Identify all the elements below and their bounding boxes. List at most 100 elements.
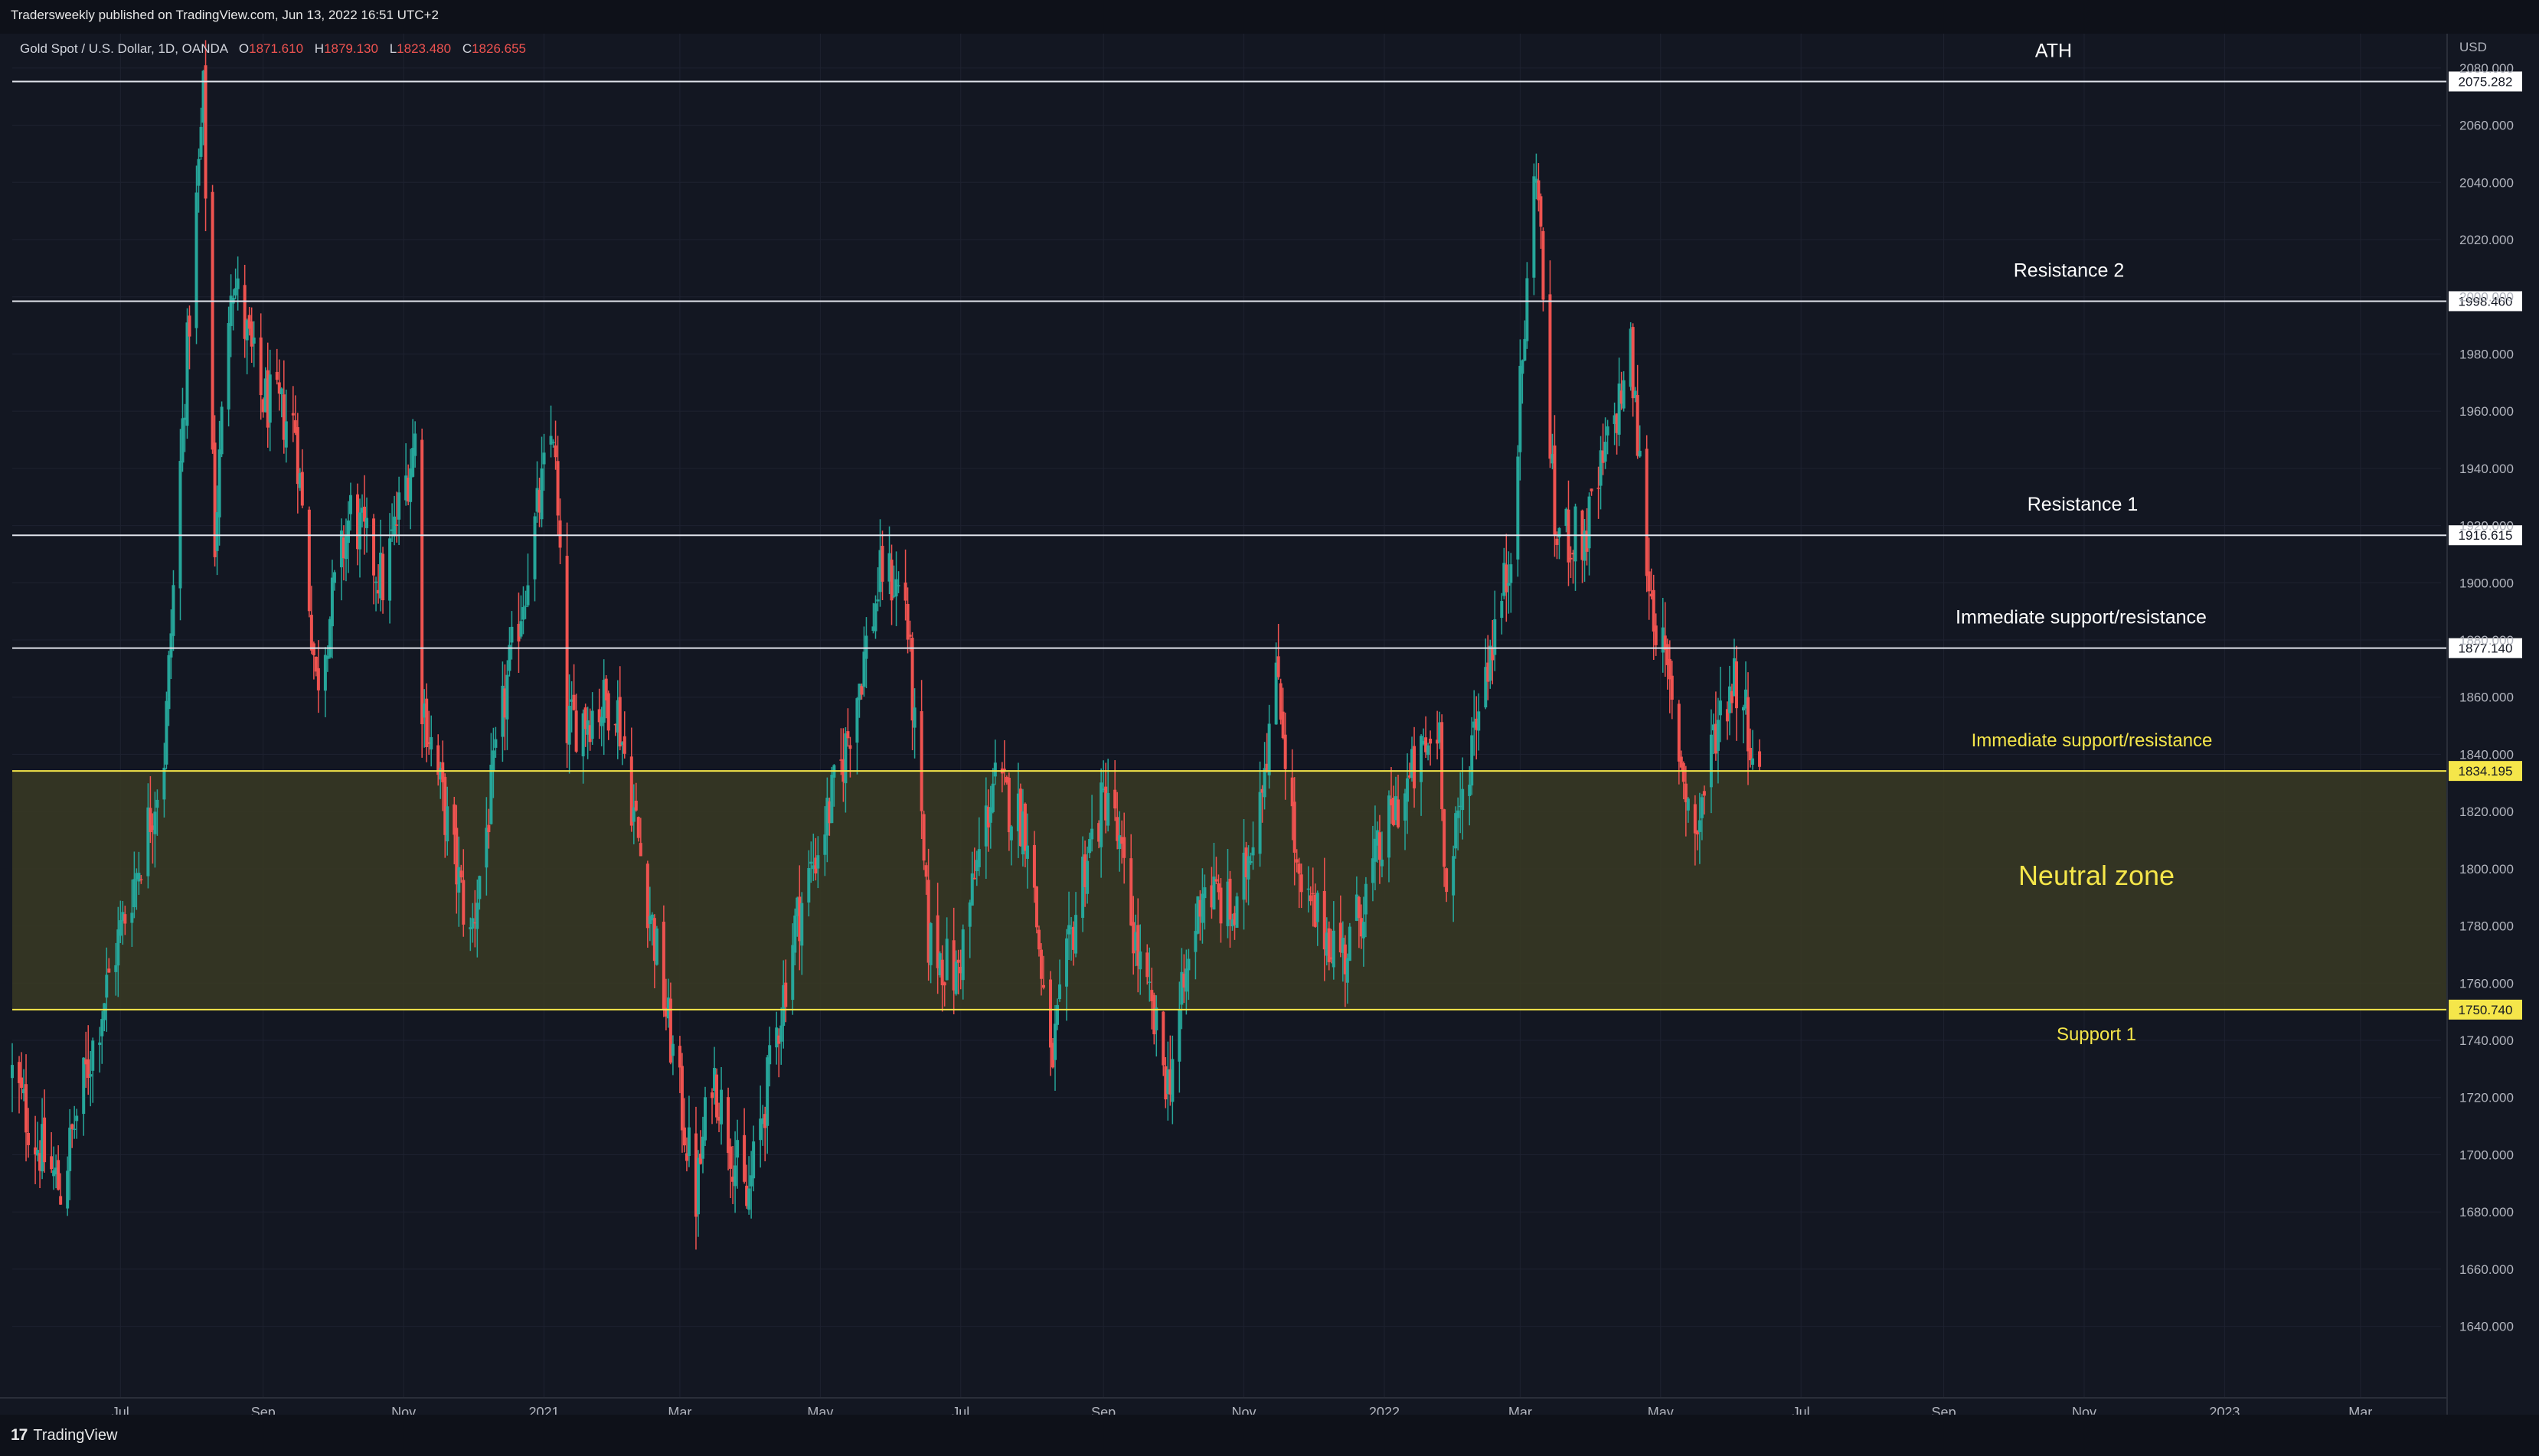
candle-body [1054,1023,1057,1060]
candle-body [1203,887,1207,899]
candle-body [1345,958,1349,983]
y-tick-label: 2020.000 [2459,233,2514,247]
candle-body [1295,859,1299,863]
candle-body [397,492,401,520]
candle-body [830,775,834,824]
close-value: 1826.655 [472,41,526,56]
candle-body [1357,896,1361,919]
candle-body [381,553,385,601]
candle-body [279,388,283,395]
candle-body [1638,450,1642,457]
candle-body [1332,930,1335,968]
candle-body [185,322,189,426]
level-name-label: Resistance 2 [2014,260,2125,281]
candle-body [1541,230,1545,300]
candle-body [1573,506,1577,562]
candle-body [945,939,949,981]
candle-body [1413,746,1417,788]
candle-body [533,516,537,579]
candle-body [114,965,118,972]
y-tick-label: 1780.000 [2459,919,2514,934]
candle-body [358,512,362,550]
candle-body [485,828,489,868]
candle-body [388,538,392,601]
y-tick-label: 1840.000 [2459,747,2514,762]
candle-body [1654,625,1658,645]
candle-body [848,745,852,749]
candle-body [793,915,797,953]
svg-text:Gold Spot / U.S. Dollar, 1D, O: Gold Spot / U.S. Dollar, 1D, OANDA O1871… [20,41,526,56]
y-tick-label: 1640.000 [2459,1320,2514,1334]
candle-body [1716,720,1720,751]
candle-body [1470,735,1474,786]
candle-body [636,817,640,838]
candle-body [1477,711,1481,731]
tradingview-logo[interactable]: 17 TradingView [11,1425,117,1445]
y-tick-label: 1980.000 [2459,347,2514,361]
tradingview-logo-text: TradingView [33,1426,118,1444]
candle-body [300,472,304,506]
low-value: 1823.480 [397,41,451,56]
candle-body [715,1074,719,1118]
candle-body [374,581,378,583]
high-value: 1879.130 [324,41,378,56]
candle-body [1258,792,1262,854]
candle-body [365,517,369,528]
y-tick-label: 1720.000 [2459,1091,2514,1105]
candle-body [876,599,880,602]
candle-body [1155,1007,1158,1030]
candle-body [655,928,658,965]
candle-body [1074,915,1078,954]
gold-price-chart[interactable]: 2075.282ATH1998.460Resistance 21916.615R… [0,0,2539,1456]
candle-body [961,929,965,981]
candle-body [1539,196,1543,227]
close-label: C [462,41,472,56]
candle-body [1452,856,1456,896]
y-tick-label: 1880.000 [2459,633,2514,648]
candle-body [622,736,626,754]
candle-body [977,849,981,867]
candle-body [956,959,960,963]
candle-body [1396,799,1400,828]
candle-body [1145,952,1149,978]
candle-body [993,762,997,777]
candle-body [1686,798,1690,811]
candle-body [1297,863,1301,874]
candle-body [1606,426,1609,436]
candle-body [1440,722,1444,809]
candle-body [1129,858,1133,926]
candle-body [864,635,868,659]
candle-body [59,1196,63,1205]
candle-body [1201,893,1204,923]
candle-body [1364,883,1368,915]
zone-label: Neutral zone [2018,860,2175,891]
candle-body [1037,929,1041,950]
candle-body [1039,949,1043,979]
candle-body [1677,704,1681,762]
candle-body [768,1045,772,1065]
candle-body [1067,925,1071,935]
y-tick-label: 2060.000 [2459,119,2514,133]
candle-body [227,323,230,410]
candle-body [991,783,995,812]
candle-body [1025,845,1029,859]
candle-body [1622,380,1626,409]
candle-body [940,959,944,986]
price-axis[interactable]: 1640.000 1660.000 1680.000 1700.000 1720.000… [2446,34,2514,1415]
candle-body [1267,723,1271,775]
candle-body [1426,745,1430,756]
candle-body [540,468,544,520]
candle-body [711,1092,714,1099]
candle-body [1505,564,1508,593]
candle-body [275,371,279,380]
candle-body [1315,893,1319,922]
candle-body [894,579,898,597]
candle-body [119,920,123,936]
candle-body [1219,887,1223,924]
candle-body [323,655,327,691]
candle-body [462,880,466,925]
y-tick-label: 1740.000 [2459,1033,2514,1048]
plot-area[interactable] [12,34,2441,1415]
y-tick-label: 1940.000 [2459,462,2514,476]
candle-body [105,974,109,998]
